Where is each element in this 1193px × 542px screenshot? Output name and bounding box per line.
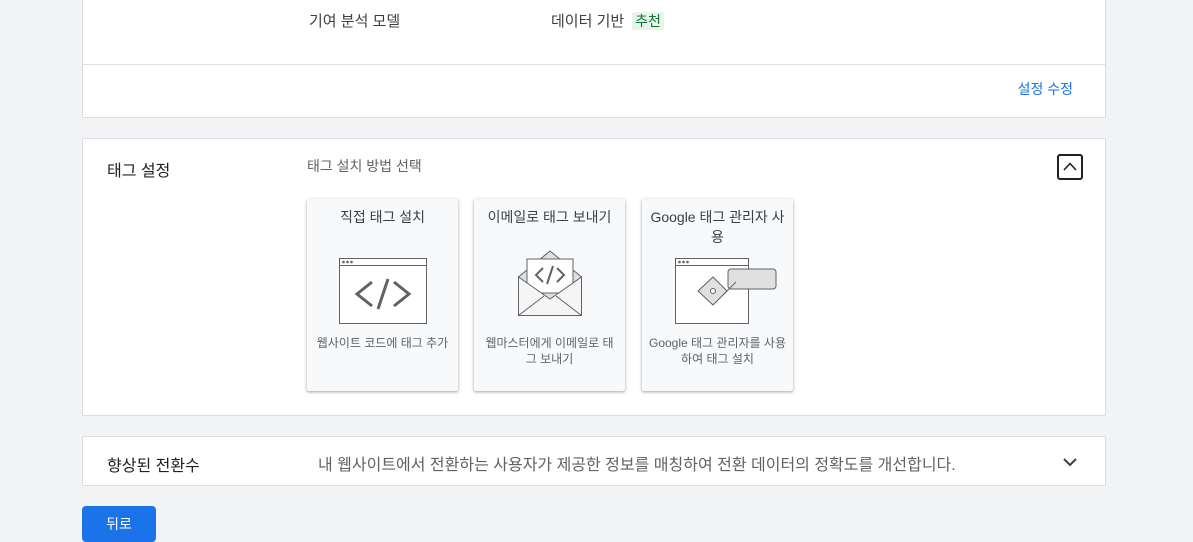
option-title: Google 태그 관리자 사용 xyxy=(650,209,785,245)
option-install-manually[interactable]: 직접 태그 설치 웹사이트 코드에 태그 추가 xyxy=(307,199,458,391)
enhanced-conversions-card[interactable]: 향상된 전환수 내 웹사이트에서 전환하는 사용자가 제공한 정보를 매칭하여 … xyxy=(82,436,1106,486)
recommended-badge: 추천 xyxy=(632,11,664,30)
divider xyxy=(83,64,1105,65)
option-title: 직접 태그 설치 xyxy=(339,209,426,225)
attribution-model-value: 데이터 기반 추천 xyxy=(551,10,664,31)
attribution-model-text: 데이터 기반 xyxy=(551,13,625,30)
edit-settings-link[interactable]: 설정 수정 xyxy=(1018,79,1073,99)
option-title: 이메일로 태그 보내기 xyxy=(487,209,612,225)
collapse-button[interactable] xyxy=(1057,154,1083,180)
option-description: 웹마스터에게 이메일로 태그 보내기 xyxy=(485,336,614,366)
tag-manager-window-icon xyxy=(675,258,777,324)
option-email-tag[interactable]: 이메일로 태그 보내기 웹마스터에게 이메일로 태그 보내기 xyxy=(474,199,625,391)
expand-button[interactable] xyxy=(1057,450,1083,474)
attribution-model-label: 기여 분석 모델 xyxy=(309,13,401,30)
tag-setup-subtitle: 태그 설치 방법 선택 xyxy=(307,158,422,174)
code-window-icon xyxy=(339,258,427,324)
chevron-down-icon xyxy=(1063,458,1077,467)
enhanced-conversions-description: 내 웹사이트에서 전환하는 사용자가 제공한 정보를 매칭하여 전환 데이터의 … xyxy=(318,457,956,474)
chevron-up-icon xyxy=(1063,162,1077,171)
tag-setup-title: 태그 설정 xyxy=(107,163,171,180)
option-google-tag-manager[interactable]: Google 태그 관리자 사용 Google 태그 관리자를 사용하여 태그 … xyxy=(642,199,793,391)
option-description: 웹사이트 코드에 태그 추가 xyxy=(316,336,449,350)
code-envelope-icon xyxy=(518,250,582,316)
attribution-card: 기여 분석 모델 데이터 기반 추천 설정 수정 xyxy=(82,0,1106,118)
enhanced-conversions-title: 향상된 전환수 xyxy=(107,458,200,475)
option-description: Google 태그 관리자를 사용하여 태그 설치 xyxy=(648,336,787,366)
back-button[interactable]: 뒤로 xyxy=(82,506,156,542)
tag-setup-card: 태그 설정 태그 설치 방법 선택 직접 태그 설치 웹사이트 코드에 태그 추… xyxy=(82,138,1106,416)
